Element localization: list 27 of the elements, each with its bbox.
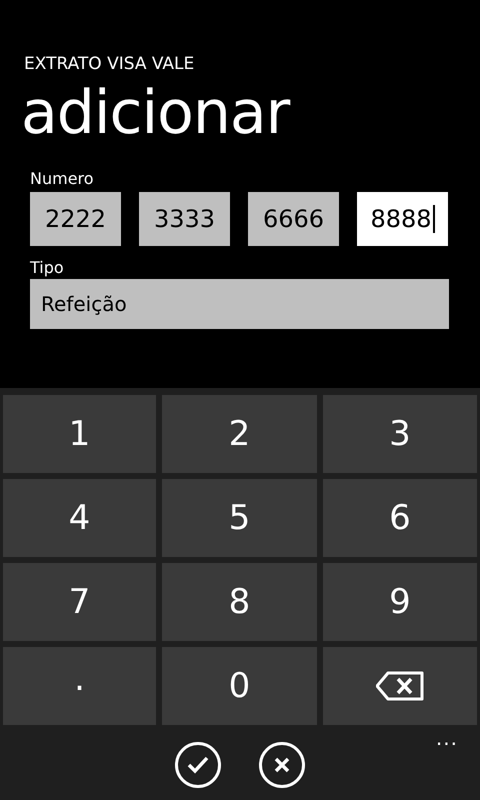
key[interactable]: 7 (3, 563, 156, 641)
confirm-button[interactable] (175, 742, 221, 788)
key[interactable]: 4 (3, 479, 156, 557)
type-field[interactable]: Refeição (30, 279, 449, 329)
backspace-key[interactable] (323, 647, 477, 725)
page-title: adicionar (21, 80, 290, 146)
more-button[interactable]: ... (436, 726, 458, 750)
close-icon (274, 757, 290, 773)
number-field[interactable]: 6666 (248, 192, 339, 246)
key[interactable]: 8 (162, 563, 317, 641)
app-title: EXTRATO VISA VALE (24, 54, 194, 74)
field-label: Numero (30, 169, 94, 188)
number-field[interactable]: 2222 (30, 192, 121, 246)
field-label: Tipo (30, 258, 64, 277)
cancel-button[interactable] (259, 742, 305, 788)
key[interactable]: . (3, 647, 156, 725)
key[interactable]: 3 (323, 395, 477, 473)
check-icon (187, 756, 209, 774)
backspace-icon (376, 671, 424, 701)
number-field[interactable]: 3333 (139, 192, 230, 246)
key[interactable]: 5 (162, 479, 317, 557)
key[interactable]: 0 (162, 647, 317, 725)
key[interactable]: 9 (323, 563, 477, 641)
number-field[interactable]: 8888 (357, 192, 448, 246)
key[interactable]: 6 (323, 479, 477, 557)
key[interactable]: 1 (3, 395, 156, 473)
key[interactable]: 2 (162, 395, 317, 473)
